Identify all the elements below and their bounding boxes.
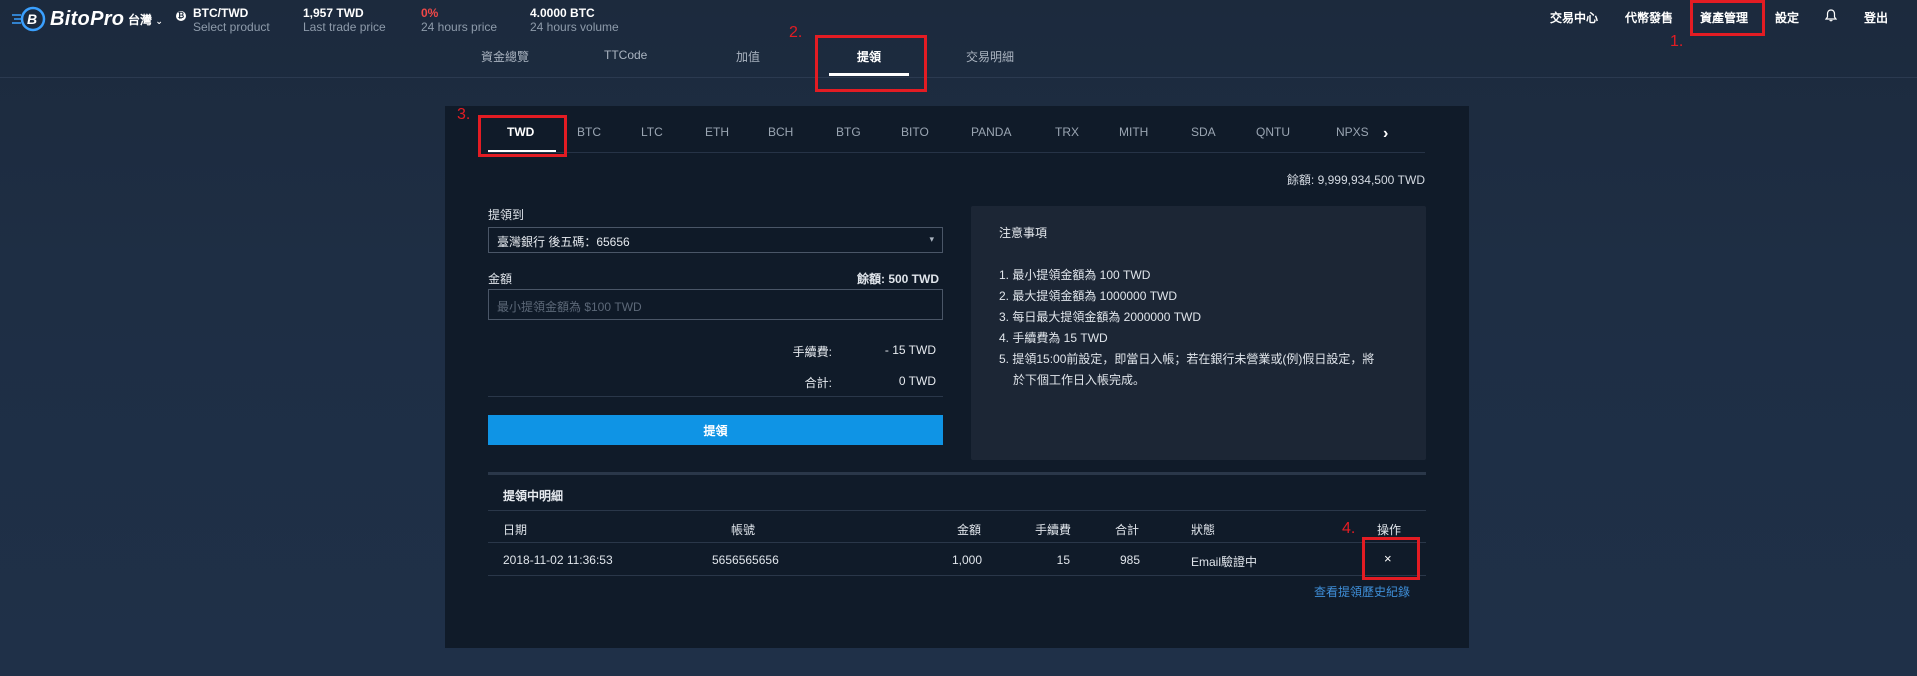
bell-icon[interactable] (1824, 9, 1838, 25)
row-status: Email驗證中 (1191, 555, 1258, 569)
coin-tab-panda[interactable]: PANDA (971, 125, 1011, 139)
notice-box: 注意事項 1. 最小提領金額為 100 TWD 2. 最大提領金額為 10000… (971, 206, 1426, 460)
coin-tab-qntu[interactable]: QNTU (1256, 125, 1290, 139)
coin-tab-bito[interactable]: BITO (901, 125, 929, 139)
available-balance: 餘額: 500 TWD (857, 272, 940, 286)
column-total: 合計 (1115, 523, 1140, 537)
row-date: 2018-11-02 11:36:53 (503, 553, 613, 567)
notice-item: 3. 每日最大提領金額為 2000000 TWD (999, 310, 1202, 324)
nav-logout[interactable]: 登出 (1864, 9, 1888, 26)
column-fee: 手續費 (1035, 523, 1072, 537)
highlight-box (478, 115, 567, 157)
notice-list: 1. 最小提領金額為 100 TWD 2. 最大提領金額為 1000000 TW… (999, 265, 1398, 391)
pair-selector[interactable]: ₿ BTC/TWD Select product (176, 6, 270, 34)
brand-name: BitoPro (50, 7, 125, 30)
divider (488, 542, 1426, 543)
volume-stat: 4.0000 BTC 24 hours volume (530, 6, 619, 34)
pending-section-title: 提領中明細 (503, 489, 564, 503)
withdraw-history-link[interactable]: 查看提領歷史紀錄 (1314, 583, 1410, 600)
price-change-label: 24 hours price (421, 20, 498, 34)
region-selector[interactable]: 台灣 ⌄ (128, 11, 163, 28)
volume-label: 24 hours volume (530, 20, 619, 34)
total-label: 合計: (804, 376, 832, 390)
notice-item: 1. 最小提領金額為 100 TWD (999, 268, 1151, 282)
pair-label: BTC/TWD (193, 6, 249, 20)
step-number: 3. (457, 106, 471, 123)
coin-tab-eth[interactable]: ETH (705, 125, 729, 139)
bitopro-logo-icon: B (12, 6, 46, 32)
highlight-box (815, 35, 927, 92)
volume-value: 4.0000 BTC (530, 6, 595, 20)
divider (488, 575, 1426, 576)
row-total: 985 (1119, 553, 1140, 567)
highlight-box (1690, 0, 1765, 36)
column-account: 帳號 (731, 523, 756, 537)
pair-sublabel: Select product (193, 20, 270, 34)
divider (488, 152, 1425, 153)
row-amount: 1,000 (951, 553, 982, 567)
divider (0, 77, 1917, 78)
notice-item: 2. 最大提領金額為 1000000 TWD (999, 289, 1178, 303)
coin-tab-mith[interactable]: MITH (1119, 125, 1148, 139)
section-divider (488, 472, 1426, 475)
column-action: 操作 (1377, 523, 1402, 537)
tab-fund-overview[interactable]: 資金總覽 (481, 48, 529, 65)
withdraw-submit-button[interactable]: 提領 (488, 415, 943, 445)
tab-ttcode[interactable]: TTCode (604, 48, 647, 62)
fee-value: - 15 TWD (884, 343, 936, 357)
total-balance: 餘額: 9,999,934,500 TWD (1286, 173, 1425, 187)
highlight-box (1362, 537, 1420, 580)
amount-input[interactable]: 最小提領金額為 $100 TWD (488, 289, 943, 320)
price-change-stat: 0% 24 hours price (421, 6, 497, 34)
total-value: 0 TWD (898, 374, 936, 388)
bank-account-value: 臺灣銀行 後五碼：65656 (497, 235, 630, 249)
chevron-right-icon[interactable]: › (1383, 125, 1388, 143)
last-trade-value: 1,957 TWD (303, 6, 364, 20)
tab-transaction-details[interactable]: 交易明細 (966, 48, 1014, 65)
price-change-value: 0% (421, 6, 439, 20)
notice-item: 5. 提領15:00前設定，即當日入帳；若在銀行未營業或(例)假日設定，將 (999, 352, 1375, 366)
amount-label: 金額 (488, 272, 513, 286)
bitcoin-icon: ₿ (176, 11, 186, 21)
row-fee: 15 (1056, 553, 1070, 567)
divider (488, 510, 1426, 511)
notice-item: 於下個工作日入帳完成。 (1013, 373, 1146, 387)
coin-tab-bch[interactable]: BCH (768, 125, 793, 139)
column-date: 日期 (503, 523, 528, 537)
column-amount: 金額 (957, 523, 982, 537)
chevron-down-icon: ⌄ (155, 16, 163, 26)
brand-logo[interactable]: B BitoPro (12, 6, 124, 32)
nav-trading-center[interactable]: 交易中心 (1550, 9, 1598, 26)
region-label: 台灣 (128, 13, 153, 27)
row-account: 5656565656 (712, 553, 779, 567)
fee-label: 手續費: (792, 345, 832, 359)
divider (488, 396, 943, 397)
coin-tab-ltc[interactable]: LTC (641, 125, 663, 139)
step-number: 1. (1670, 33, 1684, 50)
top-bar: B BitoPro 台灣 ⌄ ₿ BTC/TWD Select product … (0, 0, 1917, 36)
caret-down-icon: ▾ (929, 234, 934, 244)
notice-item: 4. 手續費為 15 TWD (999, 331, 1108, 345)
withdraw-to-label: 提領到 (488, 208, 525, 222)
last-trade-label: Last trade price (303, 20, 386, 34)
tab-deposit[interactable]: 加值 (736, 48, 760, 65)
coin-tab-npxs[interactable]: NPXS (1336, 125, 1369, 139)
step-number: 2. (789, 24, 803, 41)
step-number: 4. (1342, 520, 1356, 537)
nav-settings[interactable]: 設定 (1775, 9, 1799, 26)
column-status: 狀態 (1191, 523, 1216, 537)
amount-placeholder: 最小提領金額為 $100 TWD (497, 300, 642, 314)
coin-tab-sda[interactable]: SDA (1191, 125, 1216, 139)
coin-tab-btc[interactable]: BTC (577, 125, 601, 139)
coin-tab-btg[interactable]: BTG (836, 125, 861, 139)
coin-tab-trx[interactable]: TRX (1055, 125, 1079, 139)
svg-text:B: B (27, 11, 37, 27)
notice-title: 注意事項 (999, 226, 1048, 240)
nav-token-sale[interactable]: 代幣發售 (1625, 9, 1673, 26)
last-trade-stat: 1,957 TWD Last trade price (303, 6, 386, 34)
bank-account-select[interactable]: 臺灣銀行 後五碼：65656 ▾ (488, 227, 943, 253)
